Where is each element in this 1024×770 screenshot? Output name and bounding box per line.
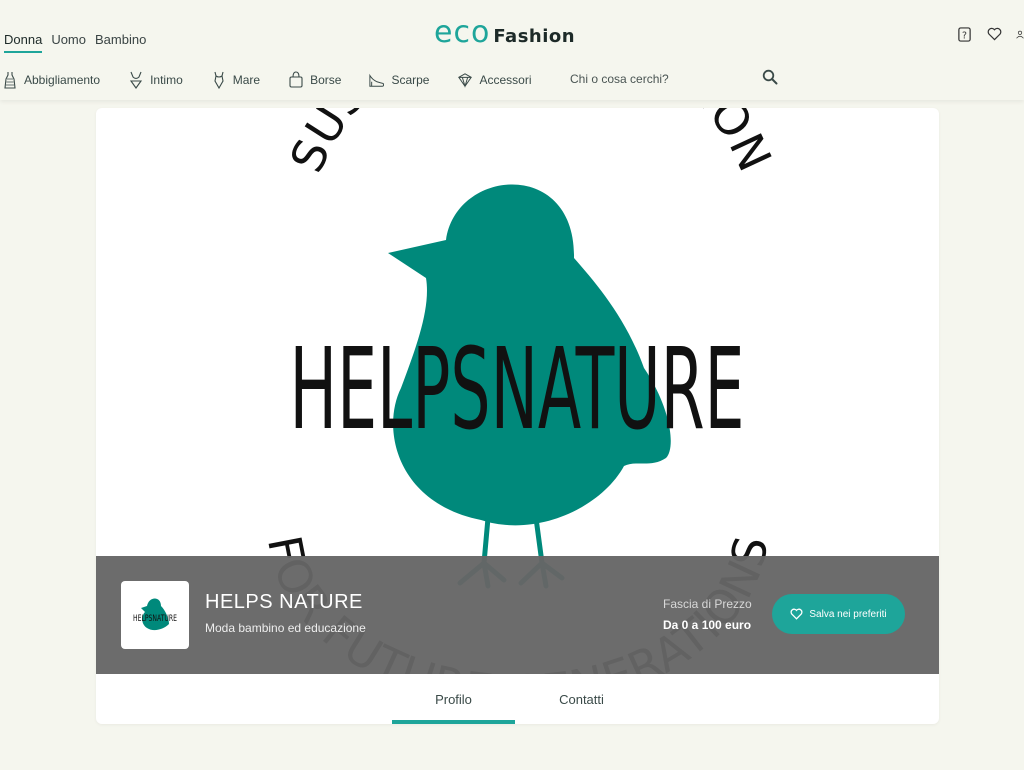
price-range-label: Fascia di Prezzo [663,597,752,611]
tab-contatti[interactable]: Contatti [520,674,643,724]
bag-icon [289,71,303,88]
save-favorites-label: Salva nei preferiti [809,608,887,620]
logo-eco-text: eco [434,15,491,50]
cover-arc-top-text: SUSTAINABLE FASHION [279,108,782,180]
lingerie-icon [129,71,143,89]
svg-text:?: ? [962,30,967,41]
price-range-value: Da 0 a 100 euro [663,618,752,632]
nav-item-mare[interactable]: Mare [211,71,260,89]
help-icon[interactable]: ? [956,26,972,42]
gender-tab-bambino[interactable]: Bambino [95,32,146,53]
nav-item-borse[interactable]: Borse [288,71,341,89]
gender-tab-uomo[interactable]: Uomo [51,32,86,53]
cover-logo-text: HELPSNATURE [290,325,745,455]
search-input[interactable]: Chi o cosa cerchi? [570,72,669,86]
tab-profilo[interactable]: Profilo [392,674,515,724]
brand-name: HELPS NATURE [205,591,363,613]
search-icon[interactable] [762,69,778,85]
nav-item-label: Mare [232,73,261,87]
category-nav: Abbigliamento Intimo Mare Borse Scarpe A… [0,68,560,92]
site-logo[interactable]: eco Fashion [434,16,575,50]
nav-item-scarpe[interactable]: Scarpe [369,71,429,89]
nav-item-label: Intimo [150,73,183,87]
nav-item-label: Scarpe [391,73,430,87]
brand-card: SUSTAINABLE FASHION HELPSNATURE FOR FUTU… [96,108,939,724]
brand-info-bar: HELPSNATURE HELPS NATURE Moda bambino ed… [96,556,939,674]
nav-item-intimo[interactable]: Intimo [128,71,183,89]
site-header: Donna Uomo Bambino eco Fashion ? Abbigli… [0,0,1024,100]
brand-tabs: Profilo Contatti [96,674,939,724]
nav-item-label: Borse [310,73,342,87]
header-icons: ? [956,26,1024,42]
nav-item-abbigliamento[interactable]: Abbigliamento [2,71,100,89]
gender-tab-donna[interactable]: Donna [4,32,43,53]
heart-icon[interactable] [986,26,1002,42]
user-icon[interactable] [1016,26,1024,42]
brand-logo-thumbnail: HELPSNATURE [121,581,189,649]
svg-text:HELPSNATURE: HELPSNATURE [133,614,177,624]
brand-description: Moda bambino ed educazione [205,621,366,635]
shoe-icon [369,73,385,87]
dress-icon [4,72,16,89]
save-favorites-button[interactable]: Salva nei preferiti [772,594,905,634]
accessories-icon [458,73,473,88]
heart-icon [790,608,803,620]
nav-item-accessori[interactable]: Accessori [457,71,532,89]
logo-fashion-text: Fashion [493,26,576,47]
swimsuit-icon [214,71,224,89]
gender-tabs: Donna Uomo Bambino [4,32,146,53]
nav-item-label: Accessori [479,73,532,87]
nav-item-label: Abbigliamento [24,73,101,87]
